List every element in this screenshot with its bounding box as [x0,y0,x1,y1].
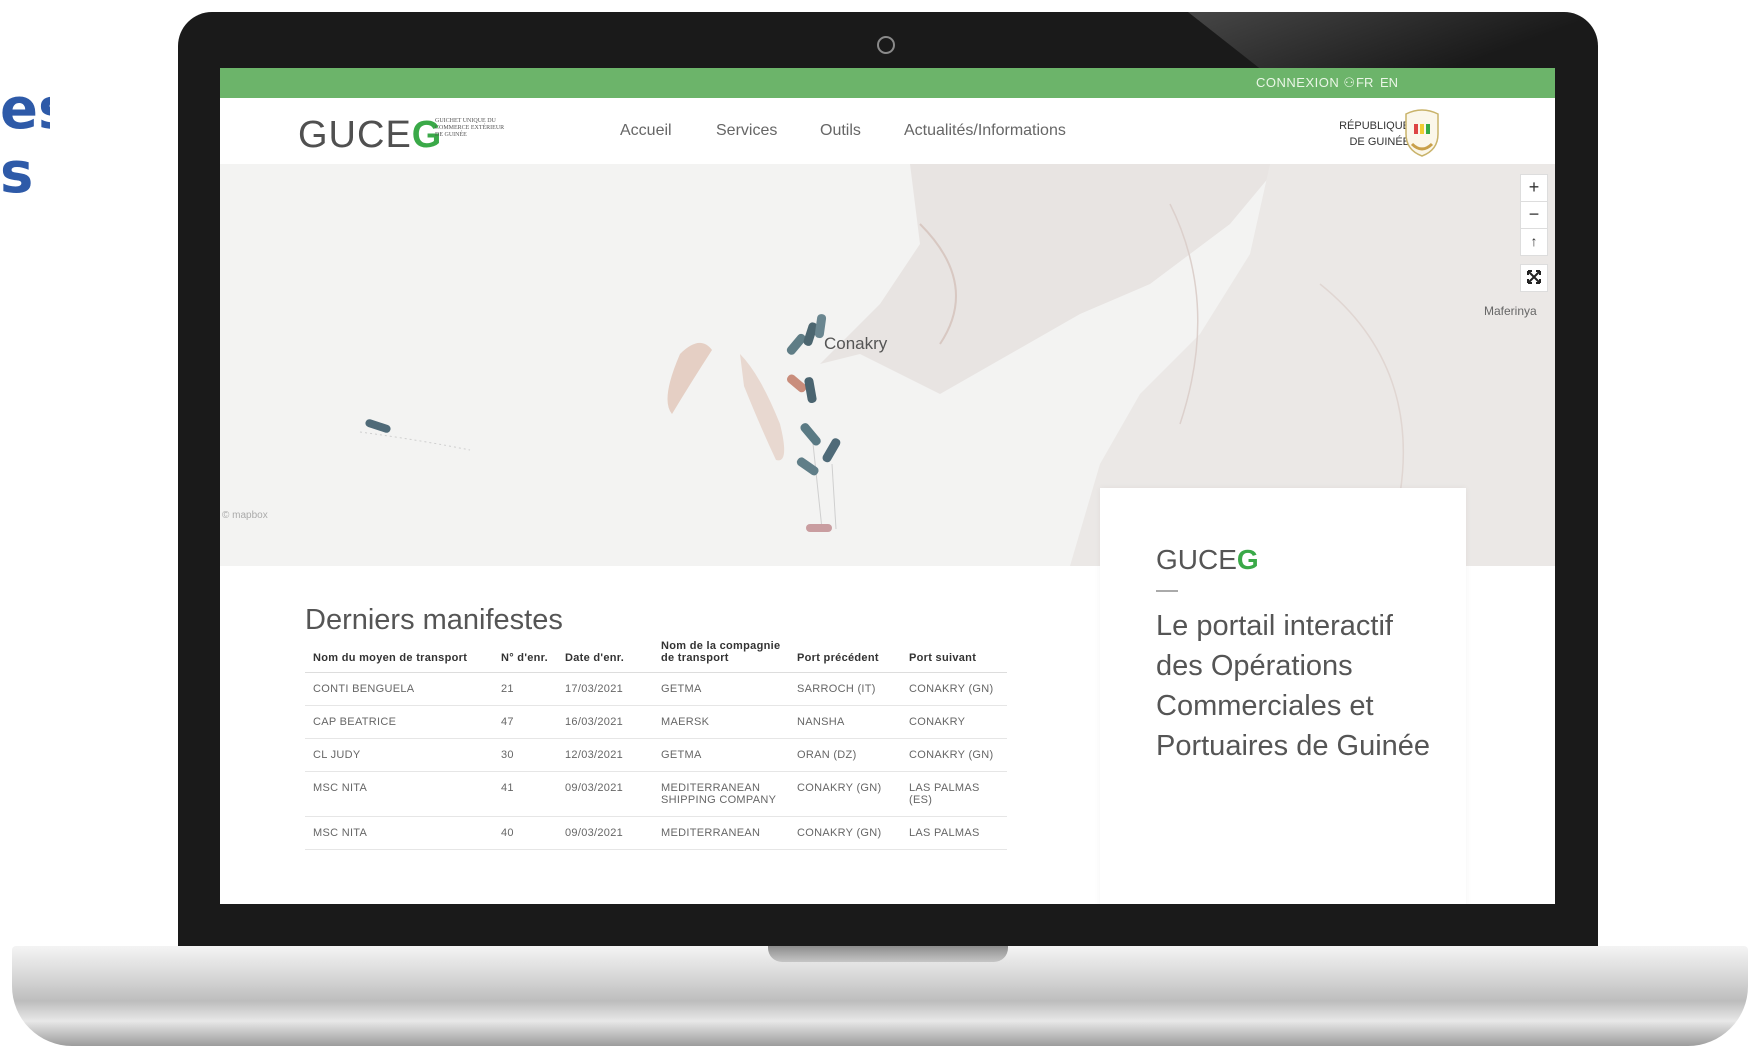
cell-company: GETMA [653,738,789,772]
col-reg-date: Date d'enr. [557,636,653,673]
cell-date: 09/03/2021 [557,816,653,850]
cell-next-port: LAS PALMAS [901,816,1007,850]
cell-date: 17/03/2021 [557,672,653,706]
card-logo: GUCEG [1156,544,1259,575]
manifests-table: Nom du moyen de transport N° d'enr. Date… [305,636,1007,850]
cell-date: 09/03/2021 [557,771,653,817]
vessel-icon[interactable] [785,373,808,394]
card-divider [1156,590,1178,592]
cell-reg-number: 40 [493,816,557,850]
vessel-icon[interactable] [795,456,820,477]
cell-transport: CL JUDY [305,738,493,772]
cell-company: MAERSK [653,705,789,739]
cell-date: 16/03/2021 [557,705,653,739]
card-tagline: Le portail interactif des Opérations Com… [1156,610,1431,762]
side-title-line2: s [0,142,34,206]
vessel-icon[interactable] [799,421,823,447]
laptop-screen: CONNEXION ⚇ FR EN GUCEG GUICHET UNIQUE D… [220,68,1555,904]
vessel-icon[interactable] [364,418,391,434]
mapbox-attribution[interactable]: © mapbox [222,510,268,521]
login-link[interactable]: CONNEXION ⚇ [1256,75,1356,91]
cell-prev-port: NANSHA [789,705,901,739]
vessel-icon[interactable] [804,377,817,404]
cell-next-port: CONAKRY [901,705,1007,739]
city-label: Conakry [824,334,888,353]
cell-company: GETMA [653,672,789,706]
cell-reg-number: 47 [493,705,557,739]
cell-next-port: LAS PALMAS (ES) [901,771,1007,817]
cell-company: MEDITERRANEAN [653,816,789,850]
table-row[interactable]: MSC NITA 41 09/03/2021 MEDITERRANEAN SHI… [305,771,1007,817]
table-row[interactable]: MSC NITA 40 09/03/2021 MEDITERRANEAN CON… [305,816,1007,850]
republic-label: RÉPUBLIQUE DE GUINÉE [1339,120,1410,148]
fullscreen-button[interactable] [1520,264,1548,292]
place-label: Maferinya [1484,304,1537,318]
laptop-notch [768,946,1008,962]
col-next-port: Port suivant [901,636,1007,673]
cell-transport: MSC NITA [305,771,493,817]
cell-prev-port: CONAKRY (GN) [789,816,901,850]
lang-en-link[interactable]: EN [1380,75,1398,90]
col-company: Nom de la compagnie de transport [653,636,789,673]
section-title: Derniers manifestes [305,604,563,637]
vessel-icon[interactable] [821,437,842,464]
cell-prev-port: ORAN (DZ) [789,738,901,772]
top-bar: CONNEXION ⚇ FR EN [220,68,1555,98]
nav-actualites[interactable]: Actualités/Informations [904,122,1066,140]
cell-company: MEDITERRANEAN SHIPPING COMPANY [653,771,789,817]
cell-prev-port: SARROCH (IT) [789,672,901,706]
cell-reg-number: 21 [493,672,557,706]
side-title-line1: es [0,78,50,142]
fullscreen-icon [1527,270,1541,284]
table-header-row: Nom du moyen de transport N° d'enr. Date… [305,636,1007,673]
cell-prev-port: CONAKRY (GN) [789,771,901,817]
cell-transport: MSC NITA [305,816,493,850]
cell-transport: CAP BEATRICE [305,705,493,739]
cell-reg-number: 41 [493,771,557,817]
cell-next-port: CONAKRY (GN) [901,672,1007,706]
table-row[interactable]: CAP BEATRICE 47 16/03/2021 MAERSK NANSHA… [305,705,1007,739]
side-title: es s [0,78,50,206]
zoom-out-button[interactable]: − [1520,201,1548,229]
logo-subtitle: GUICHET UNIQUE DU COMMERCE EXTÉRIEUR DE … [435,118,505,138]
guinea-emblem-icon [1405,109,1439,157]
lang-fr-link[interactable]: FR [1356,75,1373,90]
user-icon: ⚇ [1343,75,1356,90]
vessel-icon[interactable] [806,524,832,532]
portal-info-card: GUCEG Le portail interactif des Opératio… [1100,488,1466,904]
webcam-icon [877,36,895,54]
table-row[interactable]: CONTI BENGUELA 21 17/03/2021 GETMA SARRO… [305,672,1007,706]
site-header: GUCEG GUICHET UNIQUE DU COMMERCE EXTÉRIE… [220,98,1555,164]
table-row[interactable]: CL JUDY 30 12/03/2021 GETMA ORAN (DZ) CO… [305,738,1007,772]
cell-next-port: CONAKRY (GN) [901,738,1007,772]
nav-outils[interactable]: Outils [820,122,861,140]
zoom-in-button[interactable]: + [1520,174,1548,202]
col-reg-number: N° d'enr. [493,636,557,673]
nav-accueil[interactable]: Accueil [620,122,672,140]
nav-services[interactable]: Services [716,122,777,140]
compass-button[interactable]: ↑ [1520,228,1548,256]
guceg-logo[interactable]: GUCEG [298,114,442,157]
vessel-icon[interactable] [785,332,807,356]
col-transport-name: Nom du moyen de transport [305,636,493,673]
cell-reg-number: 30 [493,738,557,772]
cell-date: 12/03/2021 [557,738,653,772]
col-prev-port: Port précédent [789,636,901,673]
cell-transport: CONTI BENGUELA [305,672,493,706]
